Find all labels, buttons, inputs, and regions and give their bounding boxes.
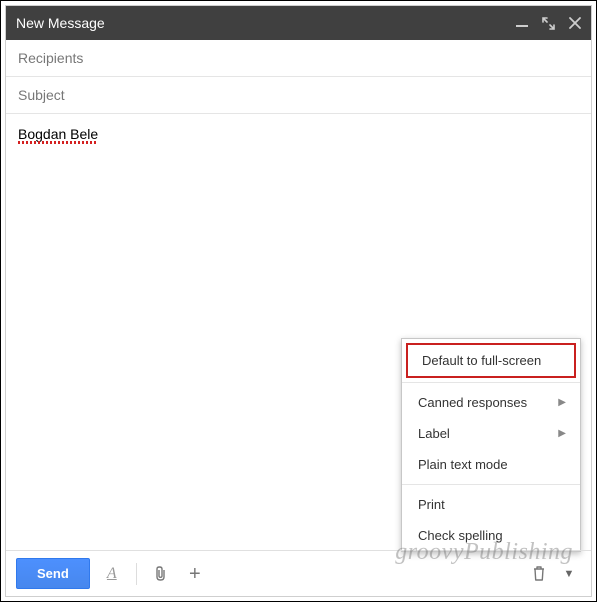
- subject-field[interactable]: Subject: [6, 77, 591, 114]
- compose-window: New Message Recipients Subject Bogdan Be…: [5, 5, 592, 597]
- menu-check-spelling[interactable]: Check spelling: [402, 520, 580, 551]
- send-button[interactable]: Send: [16, 558, 90, 589]
- menu-print[interactable]: Print: [402, 489, 580, 520]
- menu-plain-text[interactable]: Plain text mode: [402, 449, 580, 480]
- formatting-icon[interactable]: A: [100, 562, 124, 586]
- menu-canned-responses[interactable]: Canned responses ▶: [402, 387, 580, 418]
- compose-header: New Message: [6, 6, 591, 40]
- menu-canned-responses-label: Canned responses: [418, 395, 527, 410]
- menu-default-fullscreen[interactable]: Default to full-screen: [408, 345, 574, 376]
- toolbar-right: ▼: [527, 562, 581, 586]
- toolbar-divider: [136, 563, 137, 585]
- more-options-icon[interactable]: ▼: [557, 562, 581, 586]
- recipients-field[interactable]: Recipients: [6, 40, 591, 77]
- close-icon[interactable]: [569, 17, 581, 29]
- body-text: Bogdan Bele: [18, 126, 98, 142]
- submenu-arrow-icon: ▶: [558, 428, 566, 439]
- fullscreen-icon[interactable]: [542, 17, 555, 30]
- menu-separator: [402, 382, 580, 383]
- more-options-menu: Default to full-screen Canned responses …: [401, 338, 581, 552]
- insert-more-icon[interactable]: +: [183, 562, 207, 586]
- menu-highlight: Default to full-screen: [406, 343, 576, 378]
- header-controls: [516, 17, 581, 30]
- submenu-arrow-icon: ▶: [558, 397, 566, 408]
- menu-label-label: Label: [418, 426, 450, 441]
- minimize-icon[interactable]: [516, 18, 528, 28]
- attach-icon[interactable]: [149, 562, 173, 586]
- trash-icon[interactable]: [527, 562, 551, 586]
- compose-toolbar: Send A + ▼: [6, 550, 591, 596]
- menu-label[interactable]: Label ▶: [402, 418, 580, 449]
- menu-separator: [402, 484, 580, 485]
- compose-title: New Message: [16, 15, 516, 31]
- compose-window-frame: New Message Recipients Subject Bogdan Be…: [0, 0, 597, 602]
